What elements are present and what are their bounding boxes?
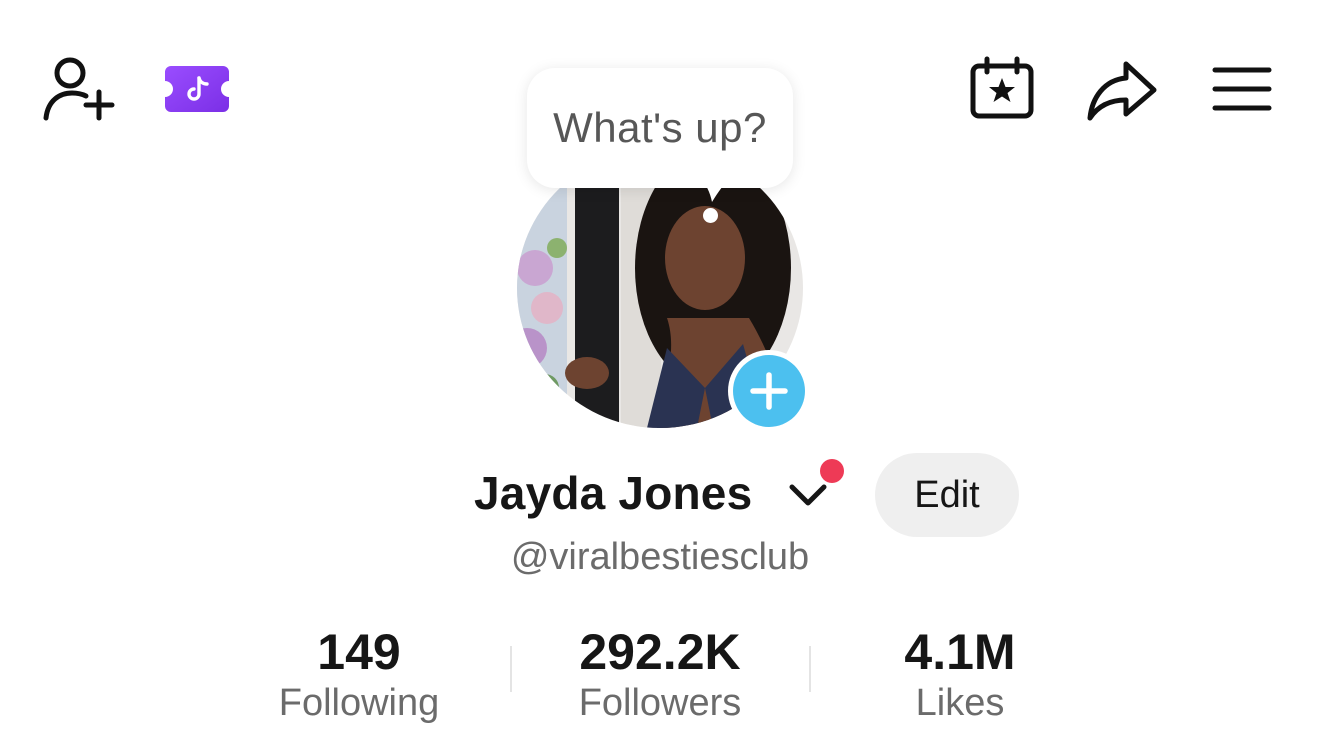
menu-button[interactable] — [1212, 66, 1272, 112]
stat-label: Likes — [915, 682, 1005, 724]
stat-followers[interactable]: 292.2K Followers — [510, 624, 810, 726]
stat-value: 4.1M — [904, 624, 1016, 680]
calendar-star-icon — [970, 56, 1034, 119]
add-friend-button[interactable] — [40, 54, 116, 124]
hamburger-menu-icon — [1212, 67, 1272, 111]
add-story-button[interactable] — [728, 350, 810, 432]
edit-profile-button[interactable]: Edit — [875, 453, 1019, 537]
share-button[interactable] — [1086, 58, 1158, 122]
person-add-icon — [43, 57, 115, 121]
promo-ticket-button[interactable] — [163, 64, 231, 114]
username-text: @viralbestiesclub — [510, 536, 810, 578]
account-switch-button[interactable] — [788, 482, 828, 513]
stat-likes[interactable]: 4.1M Likes — [810, 624, 1110, 726]
notification-dot — [820, 459, 844, 483]
chevron-down-icon — [789, 484, 827, 506]
status-bubble[interactable]: What's up? — [527, 68, 793, 188]
stat-label: Followers — [578, 682, 742, 724]
stat-value: 292.2K — [579, 624, 741, 680]
display-name[interactable]: Jayda Jones — [474, 466, 752, 520]
plus-icon — [750, 372, 788, 410]
stat-value: 149 — [317, 624, 401, 680]
tiktok-ticket-icon — [165, 66, 229, 112]
status-bubble-dot — [703, 208, 718, 223]
status-bubble-text: What's up? — [553, 104, 767, 151]
status-bubble-tail — [700, 178, 730, 202]
stat-following[interactable]: 149 Following — [209, 624, 509, 726]
stat-label: Following — [278, 682, 440, 724]
username: @viralbestiesclub — [0, 536, 1320, 579]
events-button[interactable] — [969, 56, 1035, 120]
share-arrow-icon — [1087, 61, 1157, 121]
